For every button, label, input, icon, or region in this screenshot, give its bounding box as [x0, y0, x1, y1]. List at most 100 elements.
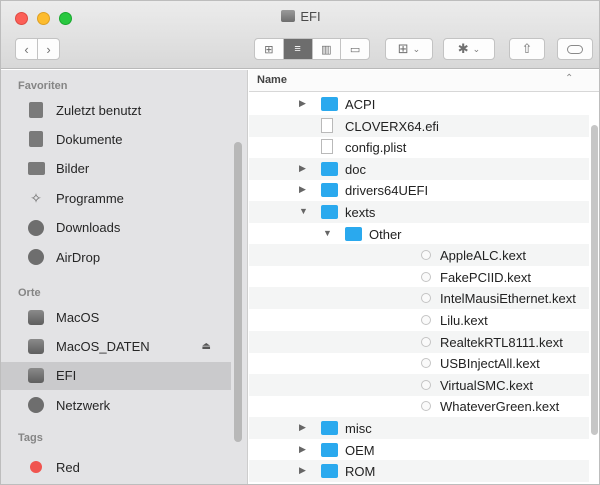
file-name: FakePCIID.kext: [440, 269, 532, 285]
list-row-oem[interactable]: ▶ OEM: [249, 439, 589, 461]
file-name: USBInjectAll.kext: [440, 356, 540, 372]
folder-icon: [321, 464, 338, 479]
gallery-view-icon: ▭: [349, 43, 361, 56]
disclosure-expanded-icon[interactable]: ▼: [323, 228, 332, 238]
disclosure-collapsed-icon[interactable]: ▶: [299, 163, 306, 174]
folder-icon: [321, 205, 338, 219]
tags-button[interactable]: [557, 38, 593, 60]
file-name: doc: [345, 161, 366, 177]
clock-icon: [27, 101, 45, 119]
list-row-lilu-kext[interactable]: Lilu.kext: [249, 309, 589, 331]
disclosure-collapsed-icon[interactable]: ▶: [299, 98, 306, 109]
file-name: Lilu.kext: [440, 313, 488, 328]
kext-bundle-icon: [421, 293, 431, 304]
disclosure-collapsed-icon[interactable]: ▶: [299, 444, 306, 455]
window-title: EFI: [1, 9, 599, 24]
list-row-whatevergreen-kext[interactable]: WhateverGreen.kext: [249, 395, 589, 417]
back-button[interactable]: ‹: [15, 38, 38, 60]
sidebar-item-downloads[interactable]: Downloads: [1, 214, 231, 242]
column-header[interactable]: Name ⌃: [249, 70, 599, 92]
action-button[interactable]: ✱ ⌄: [443, 38, 495, 60]
disclosure-collapsed-icon[interactable]: ▶: [299, 422, 306, 433]
drive-icon: [281, 10, 296, 22]
name-column-header[interactable]: Name: [257, 74, 287, 86]
file-name: kexts: [345, 205, 376, 220]
sidebar-item-label: Downloads: [56, 220, 121, 236]
list-view-icon: ≡: [294, 43, 301, 55]
icon-view-button[interactable]: ⊞: [255, 39, 284, 59]
sidebar-item-bilder[interactable]: Bilder: [1, 155, 231, 183]
sidebar-item-efi[interactable]: EFI: [1, 361, 231, 390]
file-name: drivers64UEFI: [345, 183, 429, 199]
sidebar-item-airdrop[interactable]: AirDrop: [1, 243, 231, 271]
disk-icon: [27, 337, 45, 355]
file-list: Name ⌃ ▶ ACPI CLOVERX64.efi config.plist ▶ do…: [249, 70, 599, 484]
list-row-cloverx64-efi[interactable]: CLOVERX64.efi: [249, 114, 589, 137]
list-view-button[interactable]: ≡: [283, 39, 313, 59]
sidebar-item-macos[interactable]: MacOS: [1, 303, 231, 331]
red-tag-icon: [27, 458, 45, 476]
sidebar-scrollbar[interactable]: [234, 142, 242, 442]
list-row-rom[interactable]: ▶ ROM: [249, 460, 589, 483]
chevron-right-icon: ›: [46, 41, 51, 57]
sidebar-item-label: MacOS_DATEN: [56, 338, 150, 354]
list-row-fakepciid-kext[interactable]: FakePCIID.kext: [249, 266, 589, 288]
sidebar-item-dokumente[interactable]: Dokumente: [1, 125, 231, 153]
list-row-usbinjectall-kext[interactable]: USBInjectAll.kext: [249, 352, 589, 374]
folder-icon: [321, 421, 338, 435]
file-name: config.plist: [345, 140, 407, 156]
folder-icon: [345, 226, 362, 241]
column-view-icon: ▥: [321, 43, 332, 56]
list-row-virtualsmc-kext[interactable]: VirtualSMC.kext: [249, 373, 589, 396]
share-button[interactable]: ⇧: [509, 38, 545, 60]
sidebar-item-macos-daten[interactable]: MacOS_DATEN ⏏: [1, 332, 231, 360]
sidebar-item-label: Dokumente: [56, 131, 123, 147]
sidebar-item-red[interactable]: Red: [1, 453, 231, 481]
disclosure-expanded-icon[interactable]: ▼: [299, 206, 308, 216]
sidebar-item-zuletzt-benutzt[interactable]: Zuletzt benutzt: [1, 96, 231, 124]
list-row-drivers64uefi[interactable]: ▶ drivers64UEFI: [249, 179, 589, 201]
column-view-button[interactable]: ▥: [313, 39, 342, 59]
list-row-misc[interactable]: ▶ misc: [249, 417, 589, 439]
kext-bundle-icon: [421, 271, 431, 282]
forward-button[interactable]: ›: [37, 38, 60, 60]
file-list-scrollbar[interactable]: [591, 125, 598, 435]
sidebar-item-netzwerk[interactable]: Netzwerk: [1, 391, 231, 419]
gear-icon: ✱: [457, 41, 469, 56]
download-icon: [27, 219, 45, 237]
folder-icon: [321, 183, 338, 198]
sidebar-item-label: Programme: [56, 190, 124, 206]
title-bar: EFI ‹ › ⊞ ≡ ▥ ▭ ⊞ ⌄ ✱ ⌄ ⇧: [1, 1, 599, 69]
kext-bundle-icon: [421, 315, 431, 325]
sidebar-item-label: Netzwerk: [56, 397, 111, 413]
view-mode-control: ⊞ ≡ ▥ ▭: [254, 38, 370, 60]
applications-icon: ✧: [30, 189, 42, 206]
list-row-kexts[interactable]: ▼ kexts: [249, 201, 589, 223]
list-row-applealc-kext[interactable]: AppleALC.kext: [249, 244, 589, 267]
airdrop-icon: [27, 248, 45, 266]
list-row-doc[interactable]: ▶ doc: [249, 157, 589, 180]
sidebar: Favoriten Zuletzt benutzt Dokumente Bilder ✧…: [1, 70, 248, 484]
sidebar-item-label: AirDrop: [56, 249, 101, 265]
share-icon: ⇧: [521, 41, 533, 56]
chevron-down-icon: ⌄: [472, 43, 481, 54]
file-name: Other: [369, 226, 402, 242]
icon-view-icon: ⊞: [264, 43, 274, 56]
kext-bundle-icon: [421, 358, 431, 369]
eject-icon[interactable]: ⏏: [202, 341, 211, 352]
group-button[interactable]: ⊞ ⌄: [385, 38, 433, 60]
document-icon: [27, 130, 45, 148]
file-name: ACPI: [345, 97, 376, 112]
kext-bundle-icon: [421, 336, 431, 347]
sidebar-item-programme[interactable]: ✧ Programme: [1, 184, 231, 212]
list-row-other[interactable]: ▼ Other: [249, 223, 589, 245]
list-row-config-plist[interactable]: config.plist: [249, 136, 589, 158]
disclosure-collapsed-icon[interactable]: ▶: [299, 465, 306, 476]
sidebar-item-label: MacOS: [56, 309, 100, 325]
disclosure-collapsed-icon[interactable]: ▶: [299, 184, 306, 195]
list-row-intelmausiethernet-kext[interactable]: IntelMausiEthernet.kext: [249, 287, 589, 310]
list-row-realtekrtl8111-kext[interactable]: RealtekRTL8111.kext: [249, 330, 589, 353]
list-row-acpi[interactable]: ▶ ACPI: [249, 93, 589, 115]
gallery-view-button[interactable]: ▭: [341, 39, 369, 59]
file-name: VirtualSMC.kext: [440, 377, 533, 393]
